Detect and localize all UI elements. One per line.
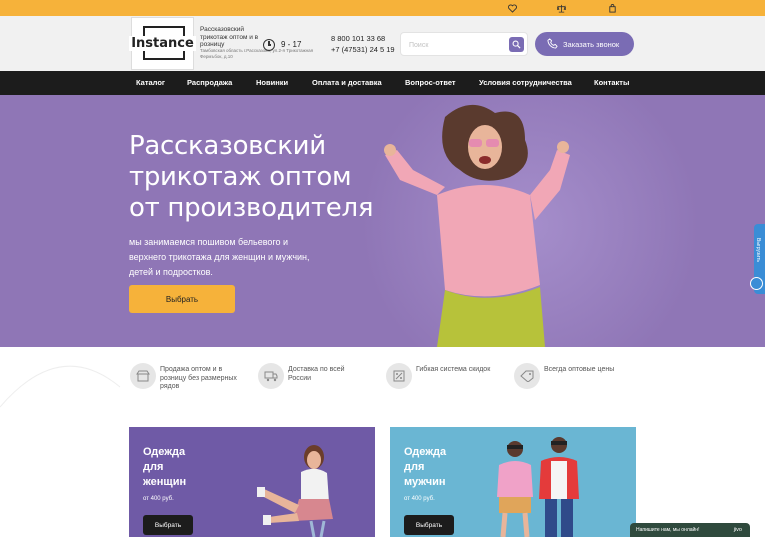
chat-widget[interactable]: Напишите нам, мы онлайн! jivo [630, 523, 750, 537]
bag-icon[interactable] [606, 2, 618, 14]
feature-item: Доставка по всей России [258, 363, 378, 393]
feature-item: Всегда оптовые цены [514, 363, 634, 393]
phone-icon [547, 38, 558, 49]
feature-item: Гибкая система скидок [386, 363, 506, 393]
feature-label: Продажа оптом и в розницу без размерных … [160, 366, 237, 390]
nav-item-sale[interactable]: Распродажа [187, 78, 232, 87]
card-price: от 400 руб. [404, 496, 435, 502]
card-choose-button[interactable]: Выбрать [143, 515, 193, 535]
company-description: Рассказовский трикотаж оптом и в розницу [200, 26, 259, 48]
working-hours: 9 - 17 [281, 40, 302, 49]
card-title: Одежда для мужчин [404, 446, 447, 488]
clock-icon [263, 39, 275, 51]
top-bar [0, 0, 765, 16]
nav-item-faq[interactable]: Вопрос-ответ [405, 78, 456, 87]
hero-title: Рассказовский трикотаж оптом от производ… [129, 131, 374, 223]
phone-primary[interactable]: 8 800 101 33 68 [331, 34, 385, 43]
callback-button[interactable]: Заказать звонок [535, 32, 634, 56]
chat-brand: jivo [733, 527, 742, 533]
hero-model-image [384, 104, 570, 347]
side-tab-label: Выгрузить [755, 238, 761, 262]
card-choose-button[interactable]: Выбрать [404, 515, 454, 535]
logo[interactable]: Instance [129, 17, 196, 70]
main-nav: Каталог Распродажа Новинки Оплата и дост… [0, 71, 765, 95]
features-row: Продажа оптом и в розницу без размерных … [0, 347, 765, 427]
card-men-image [497, 437, 579, 537]
nav-item-payment-delivery[interactable]: Оплата и доставка [312, 78, 382, 87]
card-women-image [257, 445, 333, 537]
truck-icon [258, 363, 284, 389]
search-box [400, 32, 528, 56]
price-icon [514, 363, 540, 389]
discount-icon [386, 363, 412, 389]
nav-item-catalog[interactable]: Каталог [136, 78, 165, 87]
search-icon [512, 40, 521, 49]
card-price: от 400 руб. [143, 496, 174, 502]
company-address: Тамбовская область г.Рассказово, ул.2-я … [200, 48, 314, 59]
scales-icon[interactable] [555, 2, 567, 14]
feature-label: Доставка по всей России [288, 366, 345, 382]
callback-label: Заказать звонок [563, 39, 620, 49]
heart-icon[interactable] [506, 2, 518, 14]
phone-secondary[interactable]: +7 (47531) 24 5 19 [331, 45, 395, 54]
store-icon [130, 363, 156, 389]
feature-label: Гибкая система скидок [416, 366, 491, 373]
search-button[interactable] [509, 37, 524, 52]
nav-item-new[interactable]: Новинки [256, 78, 288, 87]
decorative-lines [0, 365, 121, 408]
logo-text: Instance [129, 36, 196, 51]
hero-choose-button[interactable]: Выбрать [129, 285, 235, 313]
search-input[interactable] [409, 37, 507, 53]
category-card-women[interactable]: Одежда для женщин от 400 руб. Выбрать [129, 427, 375, 537]
feature-item: Продажа оптом и в розницу без размерных … [130, 363, 250, 393]
refresh-icon[interactable] [750, 277, 763, 290]
feature-label: Всегда оптовые цены [544, 366, 615, 373]
hero-subtitle: мы занимаемся пошивом бельевого и верхне… [129, 237, 310, 277]
card-title: Одежда для женщин [143, 446, 187, 488]
chat-label: Напишите нам, мы онлайн! [636, 527, 700, 533]
hero-banner: Рассказовский трикотаж оптом от производ… [0, 95, 765, 347]
nav-item-terms[interactable]: Условия сотрудничества [479, 78, 572, 87]
header [0, 16, 765, 71]
nav-item-contacts[interactable]: Контакты [594, 78, 629, 87]
category-card-men[interactable]: Одежда для мужчин от 400 руб. Выбрать [390, 427, 636, 537]
